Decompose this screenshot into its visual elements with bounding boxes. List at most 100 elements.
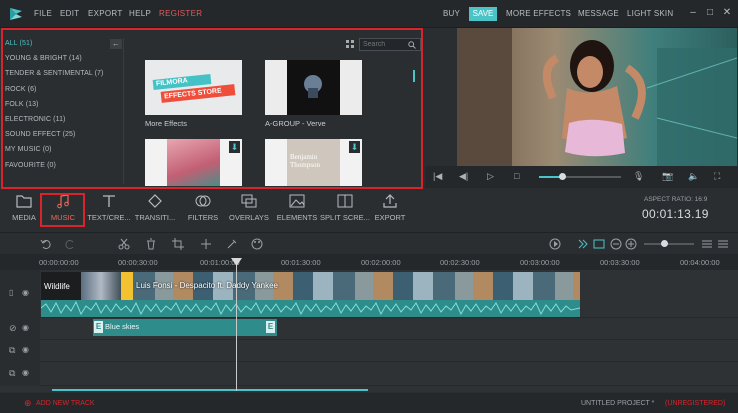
menu-edit[interactable]: EDIT	[60, 9, 79, 18]
category-sound-effect[interactable]: SOUND EFFECT (25)	[5, 127, 117, 142]
minimize-icon[interactable]: –	[687, 7, 699, 19]
delete-icon[interactable]	[145, 238, 157, 250]
maximize-icon[interactable]: □	[704, 7, 716, 19]
audio-clip-blue-skies[interactable]: E Blue skies E	[93, 319, 277, 336]
buy-link[interactable]: BUY	[443, 9, 460, 18]
divider	[123, 38, 124, 184]
menu-export[interactable]: EXPORT	[88, 9, 123, 18]
tab-filters[interactable]: FILTERS	[184, 193, 222, 227]
category-favourite[interactable]: FAVOURITE (0)	[5, 158, 117, 173]
ruler-tick: 00:04:00:00	[680, 258, 720, 267]
fullscreen-icon[interactable]: ⛶	[714, 171, 720, 182]
link-icon[interactable]: ⊘	[9, 323, 17, 334]
music-track-icon: ⧉	[9, 368, 16, 378]
agroup-verve-thumbnail[interactable]	[265, 60, 362, 115]
light-skin-link[interactable]: LIGHT SKIN	[627, 9, 673, 18]
edit-toolbar	[0, 232, 738, 254]
search-icon[interactable]	[408, 41, 416, 49]
color-palette-icon[interactable]	[251, 238, 263, 250]
redo-icon[interactable]	[64, 238, 76, 250]
category-folk[interactable]: FOLK (13)	[5, 97, 117, 112]
timeline-scrollbar[interactable]	[52, 389, 368, 391]
tab-export-label: EXPORT	[374, 213, 406, 222]
tab-media-label: MEDIA	[12, 213, 36, 222]
playback-progress-fill	[539, 176, 561, 178]
save-button[interactable]: SAVE	[469, 7, 497, 21]
eye-icon[interactable]: ◉	[22, 345, 29, 354]
more-effects-link[interactable]: MORE EFFECTS	[506, 9, 571, 18]
category-electronic[interactable]: ELECTRONIC (11)	[5, 112, 117, 127]
clip-tag: E	[266, 321, 275, 333]
video-clip-despacito[interactable]: Luis Fonsi - Despacito ft. Daddy Yankee	[133, 272, 580, 300]
video-preview	[457, 28, 737, 166]
mosaic-icon[interactable]	[226, 238, 238, 250]
skip-back-icon[interactable]: |◀	[433, 171, 442, 182]
undo-icon[interactable]	[40, 238, 52, 250]
category-list: ALL (51) YOUNG & BRIGHT (14) TENDER & SE…	[5, 36, 117, 173]
zoom-in-icon[interactable]	[625, 238, 637, 250]
tab-elements[interactable]: ELEMENTS	[274, 193, 320, 227]
category-tender-sentimental[interactable]: TENDER & SENTIMENTAL (7)	[5, 66, 117, 81]
timeline-ruler[interactable]: 00:00:00:00 00:00:30:00 00:01:00:00 00:0…	[0, 254, 738, 270]
category-my-music[interactable]: MY MUSIC (0)	[5, 142, 117, 157]
playback-scrubber[interactable]	[559, 173, 566, 180]
message-link[interactable]: MESSAGE	[578, 9, 619, 18]
split-icon[interactable]	[200, 238, 212, 250]
eye-icon[interactable]: ◉	[22, 368, 29, 377]
library-scrollbar[interactable]	[413, 70, 415, 82]
ruler-tick: 00:01:30:00	[281, 258, 321, 267]
tab-overlays[interactable]: OVERLAYS	[227, 193, 271, 227]
stop-icon[interactable]: □	[514, 171, 519, 181]
track-thumbnail[interactable]: ⬇	[145, 139, 242, 186]
transition-marker[interactable]	[121, 272, 133, 300]
export-icon	[383, 194, 397, 208]
album-art	[304, 75, 322, 98]
ruler-tick: 00:02:30:00	[440, 258, 480, 267]
menu-register[interactable]: REGISTER	[159, 9, 202, 18]
timeline-tracks: ▯ ◉ Wildlife Luis Fonsi - Despacito ft. …	[0, 270, 738, 392]
play-icon[interactable]: ▷	[487, 171, 494, 182]
download-icon[interactable]: ⬇	[229, 141, 240, 153]
tab-elements-label: ELEMENTS	[276, 213, 318, 222]
playhead[interactable]	[236, 261, 237, 391]
menu-file[interactable]: FILE	[34, 9, 52, 18]
eye-icon[interactable]: ◉	[22, 288, 29, 297]
timecode-display: 00:01:13.19	[642, 207, 709, 221]
playback-controls: |◀ ◀| ▷ □ 🎙 📷 🔈 ⛶	[425, 166, 738, 188]
grid-view-icon[interactable]	[346, 40, 354, 48]
menu-help[interactable]: HELP	[129, 9, 151, 18]
track-thumbnail[interactable]: Benjamin Thompson ⬇	[265, 139, 362, 186]
download-icon[interactable]: ⬇	[349, 141, 360, 153]
category-rock[interactable]: ROCK (6)	[5, 82, 117, 97]
effects-store-thumbnail[interactable]: FILMORA EFFECTS STORE	[145, 60, 242, 115]
zoom-out-icon[interactable]	[610, 238, 622, 250]
fit-timeline-icon[interactable]	[701, 238, 713, 250]
add-new-track-button[interactable]: ADD NEW TRACK	[36, 400, 95, 407]
tab-transitions[interactable]: TRANSITI...	[133, 193, 177, 227]
snapshot-icon[interactable]: 📷	[662, 171, 673, 182]
tab-text-credits[interactable]: TEXT/CRE...	[86, 193, 132, 227]
render-icon[interactable]	[549, 238, 561, 250]
speed-icon[interactable]	[577, 238, 589, 250]
add-track-icon[interactable]: ⊕	[24, 398, 32, 409]
thumb-text: Benjamin Thompson	[290, 153, 320, 169]
category-young-bright[interactable]: YOUNG & BRIGHT (14)	[5, 51, 117, 66]
item-label: More Effects	[145, 119, 187, 128]
video-clip-wildlife[interactable]: Wildlife	[41, 272, 121, 300]
zoom-slider-knob[interactable]	[661, 240, 668, 247]
cut-icon[interactable]	[118, 238, 130, 250]
close-icon[interactable]: ✕	[721, 7, 733, 19]
collapse-arrow-icon[interactable]: ←	[110, 39, 122, 49]
tab-split-screen[interactable]: SPLIT SCRE...	[320, 193, 370, 227]
crop-icon[interactable]	[172, 238, 184, 250]
volume-icon[interactable]: 🔈	[688, 171, 699, 182]
category-all[interactable]: ALL (51)	[5, 36, 117, 51]
voiceover-icon[interactable]	[593, 238, 605, 250]
tab-export[interactable]: EXPORT	[373, 193, 407, 227]
microphone-icon[interactable]: 🎙	[633, 171, 644, 182]
tab-media[interactable]: MEDIA	[8, 193, 40, 227]
previous-frame-icon[interactable]: ◀|	[459, 171, 468, 182]
eye-icon[interactable]: ◉	[22, 323, 29, 332]
track-menu-icon[interactable]	[717, 238, 729, 250]
zoom-slider[interactable]	[644, 243, 694, 245]
